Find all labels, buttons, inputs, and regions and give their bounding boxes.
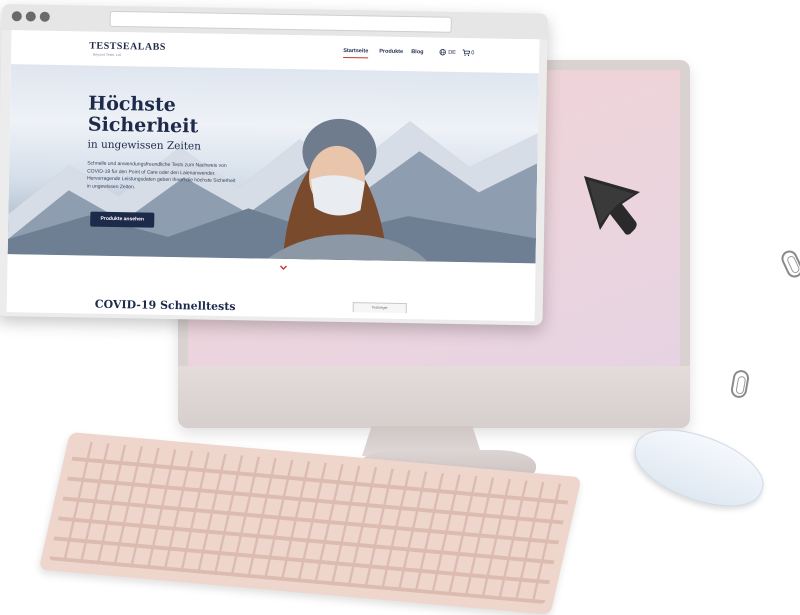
cart-icon[interactable] — [462, 49, 470, 56]
mini-tab[interactable]: Testsieger — [353, 302, 407, 313]
globe-icon[interactable] — [439, 49, 446, 56]
section-title: COVID-19 Schnelltests — [95, 298, 236, 313]
nav-item-startseite[interactable]: Startseite — [343, 48, 368, 54]
browser-window: TESTSEALABS Beyond Tests. Ltd. Startseit… — [0, 4, 548, 325]
nav-active-indicator — [343, 57, 368, 58]
hero-description: Schnelle und anwendungsfreundliche Tests… — [87, 161, 238, 194]
window-minimize-button[interactable] — [26, 11, 36, 21]
hero-banner: Höchste Sicherheit in ungewissen Zeiten … — [8, 64, 539, 263]
chevron-down-icon[interactable] — [279, 265, 287, 270]
mouse — [625, 415, 773, 521]
products-button[interactable]: Produkte ansehen — [90, 212, 154, 228]
hero-subtitle: in ungewissen Zeiten — [87, 139, 201, 153]
paperclip-icon — [730, 369, 751, 399]
logo-tagline: Beyond Tests. Ltd. — [93, 53, 122, 58]
language-selector[interactable]: DE — [448, 50, 456, 56]
hero-title: Höchste Sicherheit — [88, 94, 199, 138]
paperclip-icon — [779, 248, 800, 280]
web-page: TESTSEALABS Beyond Tests. Ltd. Startseit… — [7, 30, 540, 321]
cart-count: 0 — [471, 50, 474, 56]
cursor-icon — [578, 170, 650, 244]
window-close-button[interactable] — [12, 11, 22, 21]
site-logo[interactable]: TESTSEALABS — [89, 41, 166, 53]
address-bar[interactable] — [110, 11, 452, 33]
window-maximize-button[interactable] — [40, 12, 50, 22]
nav-item-produkte[interactable]: Produkte — [379, 49, 403, 55]
hero-title-line2: Sicherheit — [88, 115, 199, 138]
monitor-chin — [178, 366, 690, 428]
nav-item-blog[interactable]: Blog — [411, 49, 423, 55]
